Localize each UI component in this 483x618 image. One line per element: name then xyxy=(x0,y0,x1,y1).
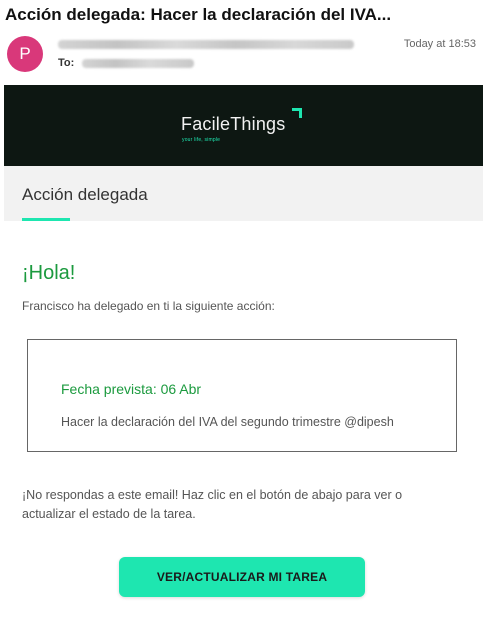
view-update-task-button[interactable]: VER/ACTUALIZAR MI TAREA xyxy=(119,557,365,597)
recipient-address-redacted xyxy=(82,59,194,68)
brand-logo-text: FacileThings xyxy=(181,114,286,134)
to-label: To: xyxy=(58,57,75,69)
notice-line-1: ¡No respondas a este email! Haz clic en … xyxy=(22,488,403,502)
task-description: Hacer la declaración del IVA del segundo… xyxy=(61,415,394,429)
sender-address-redacted xyxy=(58,40,354,49)
intro-text: Francisco ha delegado en ti la siguiente… xyxy=(22,299,275,313)
email-subject: Acción delegada: Hacer la declaración de… xyxy=(5,5,392,24)
notice-line-2: actualizar el estado de la tarea. xyxy=(22,507,196,521)
brand-corner-icon xyxy=(292,108,302,118)
section-title: Acción delegada xyxy=(22,185,148,204)
section-accent-underline xyxy=(22,218,70,221)
sender-avatar: P xyxy=(7,36,43,72)
greeting: ¡Hola! xyxy=(22,262,76,284)
email-timestamp: Today at 18:53 xyxy=(403,38,476,50)
brand-tagline: your life, simple xyxy=(182,137,221,143)
task-due-date: Fecha prevista: 06 Abr xyxy=(61,381,202,397)
no-reply-notice: ¡No respondas a este email! Haz clic en … xyxy=(22,486,452,524)
